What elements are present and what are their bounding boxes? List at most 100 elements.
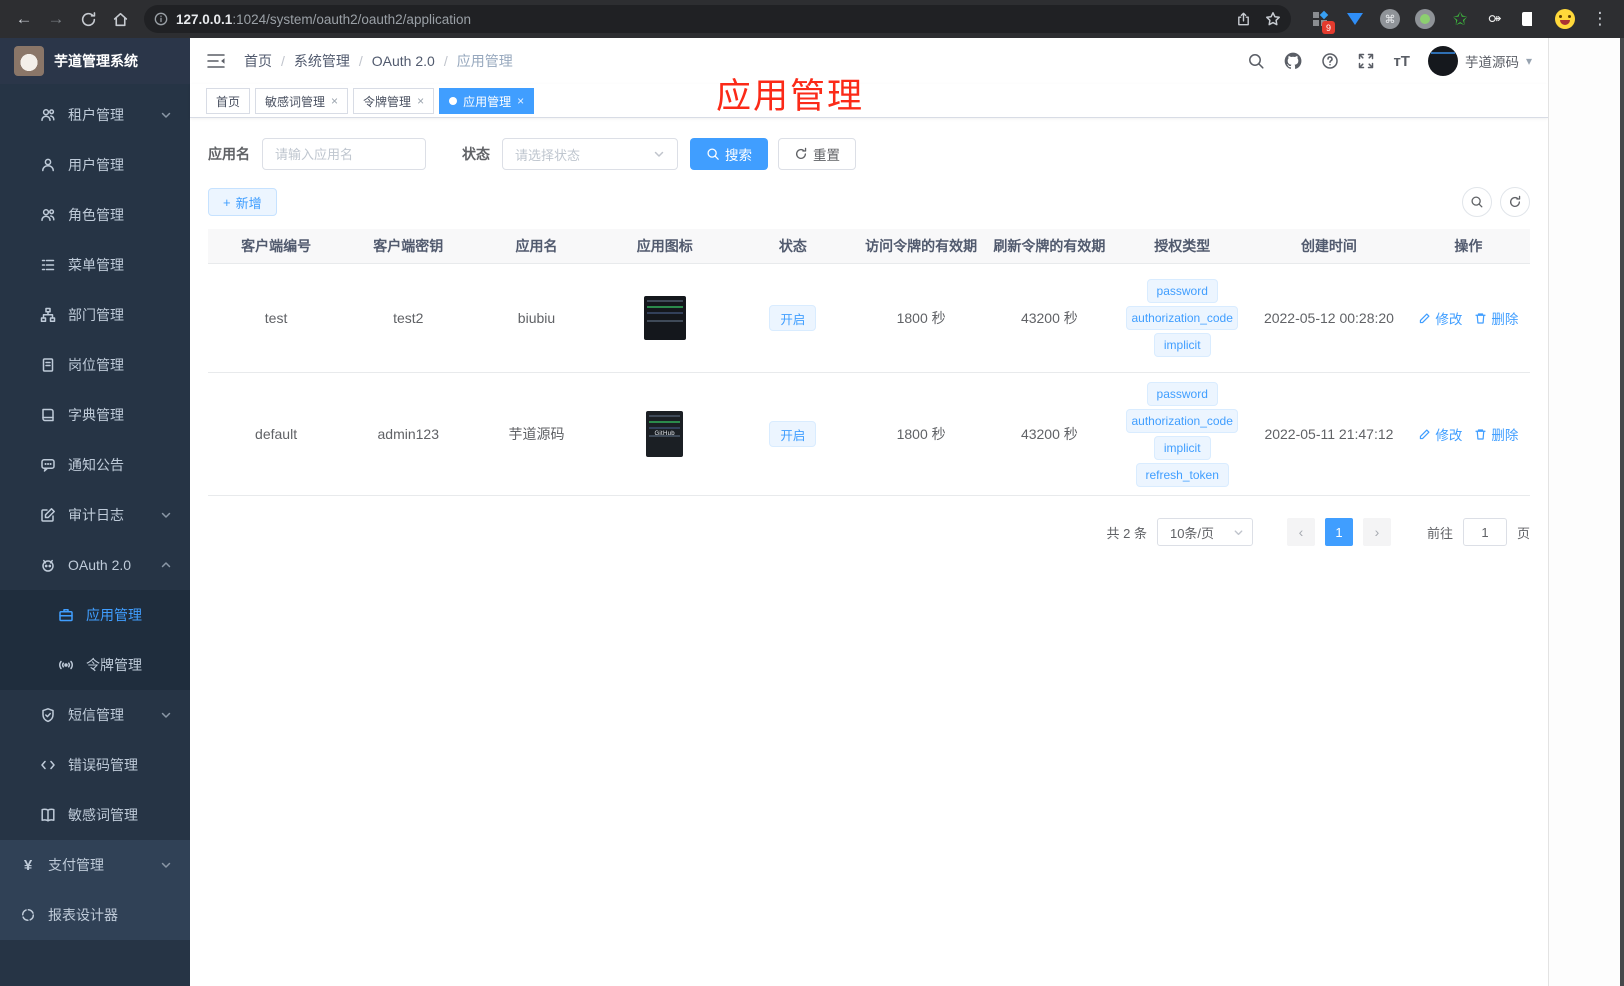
chevron-down-icon [160,859,172,871]
status-label: 状态 [462,146,490,162]
tab-token[interactable]: 令牌管理 × [353,88,435,114]
close-icon[interactable]: × [517,94,524,108]
sidebar-item-sensitive[interactable]: 敏感词管理 [0,790,190,840]
chevron-down-icon [160,509,172,521]
back-icon[interactable]: ← [10,5,38,33]
reload-icon[interactable] [74,5,102,33]
edit-button[interactable]: 修改 [1418,424,1462,444]
home-icon[interactable] [106,5,134,33]
extension-badge: 9 [1322,21,1335,34]
refresh-token-validity: 43200 秒 [1020,310,1078,326]
breadcrumb-current: 应用管理 [444,51,513,71]
next-page-button[interactable]: › [1362,518,1391,546]
show-search-toggle-icon[interactable] [1462,187,1492,217]
refresh-table-icon[interactable] [1500,187,1530,217]
briefcase-icon [58,607,74,623]
sidebar-item-audit-log[interactable]: 审计日志 [0,490,190,540]
forward-icon[interactable]: → [42,5,70,33]
add-button[interactable]: + 新增 [208,188,277,216]
url-text: 127.0.0.1:1024/system/oauth2/oauth2/appl… [176,11,471,27]
screen: ← → 127.0.0.1:1024/system/oauth2/oauth2/… [0,0,1624,986]
table-toolbar: + 新增 [208,187,1530,217]
roles-icon [40,207,56,223]
status-select[interactable]: 请选择状态 [502,138,678,170]
client-id: default [255,426,298,442]
url-bar[interactable]: 127.0.0.1:1024/system/oauth2/oauth2/appl… [144,5,1291,33]
close-icon[interactable]: × [331,94,338,108]
gem-extension-icon[interactable] [1344,8,1366,30]
puzzle-extension-icon[interactable]: ⚩ [1484,8,1506,30]
created-at: 2022-05-11 21:47:12 [1264,426,1394,442]
chevron-down-icon [653,148,665,160]
share-icon[interactable] [1236,12,1251,27]
star-extension-icon[interactable]: ✩ [1449,8,1471,30]
browser-menu-icon[interactable]: ⋮ [1586,5,1614,33]
created-at: 2022-05-12 00:28:20 [1263,310,1394,326]
signal-icon [58,657,74,673]
collapse-sidebar-icon[interactable] [206,50,228,72]
pie-segments-icon [20,907,36,923]
user-icon [40,157,56,173]
sidebar-item-pay[interactable]: ¥ 支付管理 [0,840,190,890]
search-icon[interactable] [1247,52,1265,70]
dictionary-book-icon [40,407,56,423]
sidebar-item-tenant[interactable]: 租户管理 [0,90,190,140]
sidebar-item-report-designer[interactable]: 报表设计器 [0,890,190,940]
sidebar-item-token[interactable]: 令牌管理 [0,640,190,690]
prev-page-button[interactable]: ‹ [1286,518,1315,546]
delete-button[interactable]: 删除 [1474,308,1518,328]
table-row: test test2 biubiu 开启 1800 秒 43200 秒 pass… [208,263,1530,373]
sidebar-item-application[interactable]: 应用管理 [0,590,190,640]
recorder-extension-icon[interactable] [1414,8,1436,30]
sidepanel-extension-icon[interactable] [1519,8,1541,30]
command-extension-icon[interactable]: ⌘ [1379,8,1401,30]
access-token-validity: 1800 秒 [896,426,946,442]
breadcrumb-home[interactable]: 首页 [244,51,272,71]
sidebar-menu: 租户管理 用户管理 角色管理 菜单管理 部门管理 岗位管理 字典管理 通知公告 … [0,84,190,986]
app-logo-bar[interactable]: 芋道管理系统 [0,38,190,84]
filter-form: 应用名 状态 请选择状态 搜索 重置 [208,138,1530,170]
sidebar-item-post[interactable]: 岗位管理 [0,340,190,390]
active-dot [449,97,458,105]
table-header-row: 客户端编号 客户端密钥 应用名 应用图标 状态 访问令牌的有效期 刷新令牌的有效… [208,229,1530,263]
main-header: 首页 系统管理 OAuth 2.0 应用管理 тT 芋道源码 ▾ [190,38,1548,84]
breadcrumb-oauth2[interactable]: OAuth 2.0 [359,53,435,69]
extensions-area: 9 ⌘ ✩ ⚩ [1303,8,1582,34]
user-menu[interactable]: 芋道源码 ▾ [1427,46,1532,76]
edit-button[interactable]: 修改 [1418,308,1462,328]
badge-icon [40,357,56,373]
fullscreen-icon[interactable] [1357,52,1375,70]
tabs-bar: 首页 敏感词管理 × 令牌管理 × 应用管理 × [190,84,1548,118]
search-button[interactable]: 搜索 [690,138,768,170]
font-size-icon[interactable]: тT [1393,53,1410,70]
emoji-extension-icon[interactable] [1554,8,1576,30]
tab-home[interactable]: 首页 [206,88,251,114]
page-size-select[interactable]: 10条/页 [1156,518,1253,546]
users-icon [40,107,56,123]
sidebar-item-dept[interactable]: 部门管理 [0,290,190,340]
close-icon[interactable]: × [417,94,424,108]
breadcrumb-system[interactable]: 系统管理 [281,51,350,71]
app-name-input[interactable] [262,138,426,170]
bookmark-star-icon[interactable] [1265,11,1281,27]
tab-sensitive-words[interactable]: 敏感词管理 × [255,88,349,114]
page-unit-label: 页 [1516,525,1530,541]
status-badge: 开启 [769,305,817,331]
sidebar-item-role[interactable]: 角色管理 [0,190,190,240]
sidebar-item-menu[interactable]: 菜单管理 [0,240,190,290]
sidebar-item-errcode[interactable]: 错误码管理 [0,740,190,790]
help-icon[interactable] [1321,52,1339,70]
sidebar-item-notice[interactable]: 通知公告 [0,440,190,490]
grid-extension-icon[interactable]: 9 [1309,8,1335,34]
page-1-button[interactable]: 1 [1324,518,1353,546]
reset-button[interactable]: 重置 [778,138,856,170]
delete-button[interactable]: 删除 [1474,424,1518,444]
sidebar-item-oauth2[interactable]: OAuth 2.0 [0,540,190,590]
tab-application[interactable]: 应用管理 × [439,88,535,114]
sidebar-item-sms[interactable]: 短信管理 [0,690,190,740]
sidebar-item-dict[interactable]: 字典管理 [0,390,190,440]
github-icon[interactable] [1283,51,1303,71]
sidebar-item-user[interactable]: 用户管理 [0,140,190,190]
goto-page-input[interactable] [1462,518,1507,546]
app-name: 芋道源码 [508,426,565,442]
